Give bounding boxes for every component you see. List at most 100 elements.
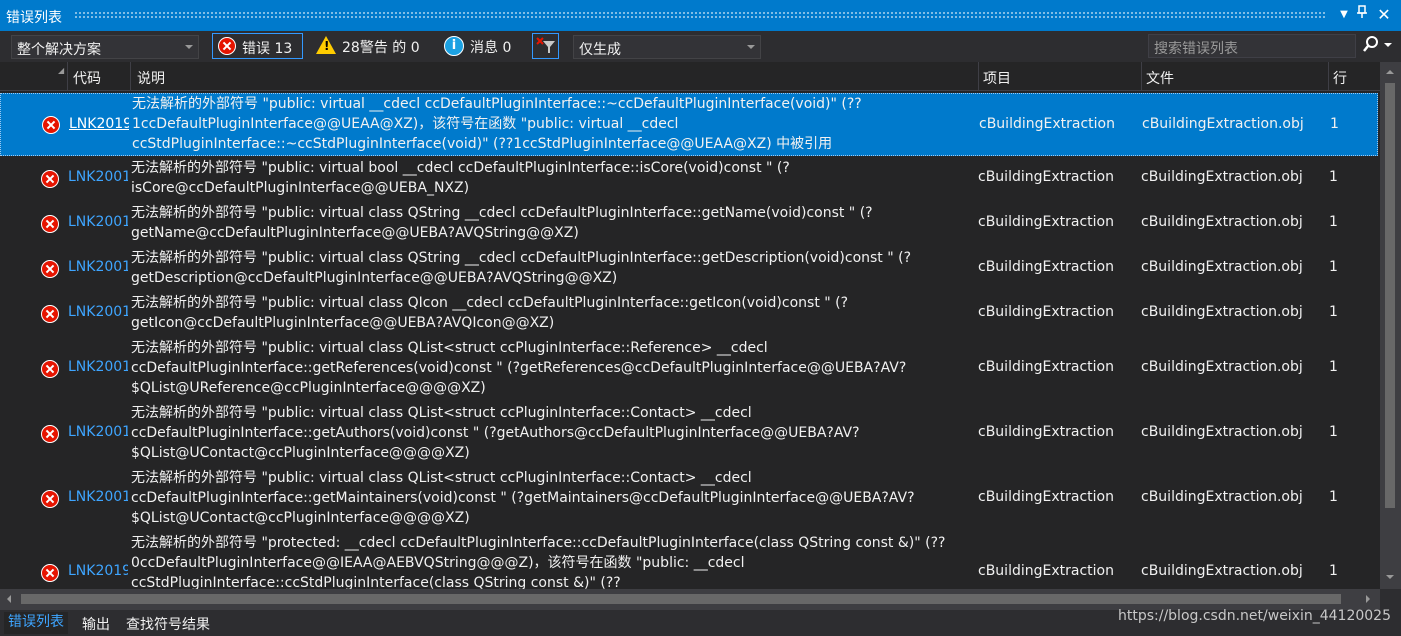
close-icon[interactable]: ✕	[1374, 5, 1394, 25]
warning-icon: !	[316, 36, 336, 54]
pin-icon[interactable]	[1352, 5, 1372, 25]
clear-filter-button[interactable]	[532, 33, 559, 59]
column-divider[interactable]	[130, 62, 131, 90]
column-line[interactable]: 行	[1333, 68, 1347, 88]
error-icon	[41, 260, 59, 278]
scope-value: 整个解决方案	[17, 42, 101, 58]
toolbar: 整个解决方案 错误 13 ! 28警告 的 0 i 消息 0 仅生成 搜索错误列…	[0, 31, 1401, 62]
error-icon	[41, 170, 59, 188]
build-filter-value: 仅生成	[579, 42, 621, 58]
error-icon	[41, 360, 59, 378]
error-line: 1	[1329, 214, 1338, 230]
tab-output[interactable]: 输出	[82, 614, 110, 634]
error-icon	[41, 564, 59, 582]
error-code-link[interactable]: LNK2001	[68, 359, 128, 375]
vertical-scrollbar[interactable]	[1380, 62, 1401, 589]
error-line: 1	[1329, 304, 1338, 320]
error-file: cBuildingExtraction.obj	[1141, 424, 1303, 440]
column-project[interactable]: 项目	[983, 68, 1011, 88]
error-file: cBuildingExtraction.obj	[1141, 259, 1303, 275]
column-divider[interactable]	[67, 62, 68, 90]
messages-filter-button[interactable]: i 消息 0	[441, 33, 521, 59]
error-code-link[interactable]: LNK2019	[69, 116, 129, 132]
error-description: 无法解析的外部符号 "public: virtual __cdecl ccDef…	[132, 96, 862, 152]
tab-find-symbol-results[interactable]: 查找符号结果	[126, 614, 210, 634]
errors-label: 错误 13	[242, 41, 293, 57]
table-row[interactable]: LNK2001 无法解析的外部符号 "public: virtual class…	[0, 202, 1378, 247]
build-filter-select[interactable]: 仅生成	[573, 35, 761, 59]
error-description: 无法解析的外部符号 "public: virtual class QList<s…	[131, 470, 915, 526]
table-row[interactable]: LNK2001 无法解析的外部符号 "public: virtual class…	[0, 467, 1378, 532]
column-divider[interactable]	[1328, 62, 1329, 90]
error-description: 无法解析的外部符号 "protected: __cdecl ccDefaultP…	[131, 535, 946, 589]
error-description: 无法解析的外部符号 "public: virtual bool __cdecl …	[131, 160, 790, 196]
vertical-scroll-thumb[interactable]	[1385, 83, 1395, 508]
error-file: cBuildingExtraction.obj	[1141, 304, 1303, 320]
error-file: cBuildingExtraction.obj	[1142, 116, 1304, 132]
table-row[interactable]: LNK2001 无法解析的外部符号 "public: virtual bool …	[0, 157, 1378, 202]
table-row[interactable]: LNK2019 无法解析的外部符号 "protected: __cdecl cc…	[0, 532, 1378, 589]
column-divider[interactable]	[1141, 62, 1142, 90]
window-title: 错误列表	[6, 10, 62, 26]
horizontal-scroll-thumb[interactable]	[21, 594, 1341, 604]
scroll-up-icon[interactable]	[1386, 70, 1394, 74]
error-project: cBuildingExtraction	[978, 489, 1114, 505]
error-description: 无法解析的外部符号 "public: virtual class QList<s…	[131, 340, 907, 396]
watermark: https://blog.csdn.net/weixin_44120025	[1117, 608, 1391, 624]
error-line: 1	[1329, 424, 1338, 440]
error-line: 1	[1329, 359, 1338, 375]
table-row[interactable]: LNK2019 无法解析的外部符号 "public: virtual __cde…	[0, 93, 1378, 156]
scroll-left-icon[interactable]	[7, 595, 11, 603]
search-placeholder: 搜索错误列表	[1154, 41, 1238, 57]
search-options-chevron-icon[interactable]	[1384, 43, 1392, 47]
column-divider[interactable]	[978, 62, 979, 90]
clear-filter-icon	[536, 37, 555, 53]
table-row[interactable]: LNK2001 无法解析的外部符号 "public: virtual class…	[0, 292, 1378, 337]
table-row[interactable]: LNK2001 无法解析的外部符号 "public: virtual class…	[0, 337, 1378, 402]
scroll-down-icon[interactable]	[1386, 575, 1394, 579]
error-project: cBuildingExtraction	[978, 304, 1114, 320]
error-code-link[interactable]: LNK2001	[68, 489, 128, 505]
column-file[interactable]: 文件	[1146, 68, 1174, 88]
column-description[interactable]: 说明	[137, 68, 165, 88]
error-project: cBuildingExtraction	[978, 169, 1114, 185]
error-icon	[41, 305, 59, 323]
error-icon	[41, 490, 59, 508]
warnings-filter-button[interactable]: ! 28警告 的 0	[313, 33, 433, 59]
column-header: ◢ 代码 说明 项目 文件 行	[0, 62, 1380, 91]
error-code-link[interactable]: LNK2001	[68, 424, 128, 440]
bottom-tab-bar: 错误列表 输出 查找符号结果 https://blog.csdn.net/wei…	[0, 608, 1401, 636]
error-line: 1	[1329, 489, 1338, 505]
table-row[interactable]: LNK2001 无法解析的外部符号 "public: virtual class…	[0, 402, 1378, 467]
scroll-right-icon[interactable]	[1366, 595, 1370, 603]
error-code-link[interactable]: LNK2001	[68, 259, 128, 275]
error-icon	[42, 116, 60, 134]
scope-select[interactable]: 整个解决方案	[11, 35, 199, 59]
error-line: 1	[1329, 563, 1338, 579]
errors-filter-button[interactable]: 错误 13	[212, 33, 303, 59]
error-project: cBuildingExtraction	[979, 116, 1115, 132]
sort-indicator-icon[interactable]: ◢	[58, 66, 64, 75]
error-code-link[interactable]: LNK2019	[68, 563, 128, 579]
error-file: cBuildingExtraction.obj	[1141, 169, 1303, 185]
table-row[interactable]: LNK2001 无法解析的外部符号 "public: virtual class…	[0, 247, 1378, 292]
error-code-link[interactable]: LNK2001	[68, 304, 128, 320]
error-file: cBuildingExtraction.obj	[1141, 359, 1303, 375]
search-input[interactable]: 搜索错误列表	[1148, 34, 1356, 58]
search-icon[interactable]	[1362, 35, 1380, 57]
error-file: cBuildingExtraction.obj	[1141, 214, 1303, 230]
dropdown-arrow-icon[interactable]: ▼	[1334, 5, 1354, 25]
error-project: cBuildingExtraction	[978, 424, 1114, 440]
title-grip[interactable]	[74, 11, 1326, 19]
error-icon	[41, 215, 59, 233]
error-project: cBuildingExtraction	[978, 214, 1114, 230]
column-code[interactable]: 代码	[73, 68, 101, 88]
error-code-link[interactable]: LNK2001	[68, 169, 128, 185]
horizontal-scrollbar[interactable]	[0, 589, 1380, 610]
error-line: 1	[1329, 169, 1338, 185]
error-code-link[interactable]: LNK2001	[68, 214, 128, 230]
tab-error-list[interactable]: 错误列表	[4, 612, 68, 634]
error-project: cBuildingExtraction	[978, 259, 1114, 275]
error-file: cBuildingExtraction.obj	[1141, 563, 1303, 579]
error-line: 1	[1329, 259, 1338, 275]
